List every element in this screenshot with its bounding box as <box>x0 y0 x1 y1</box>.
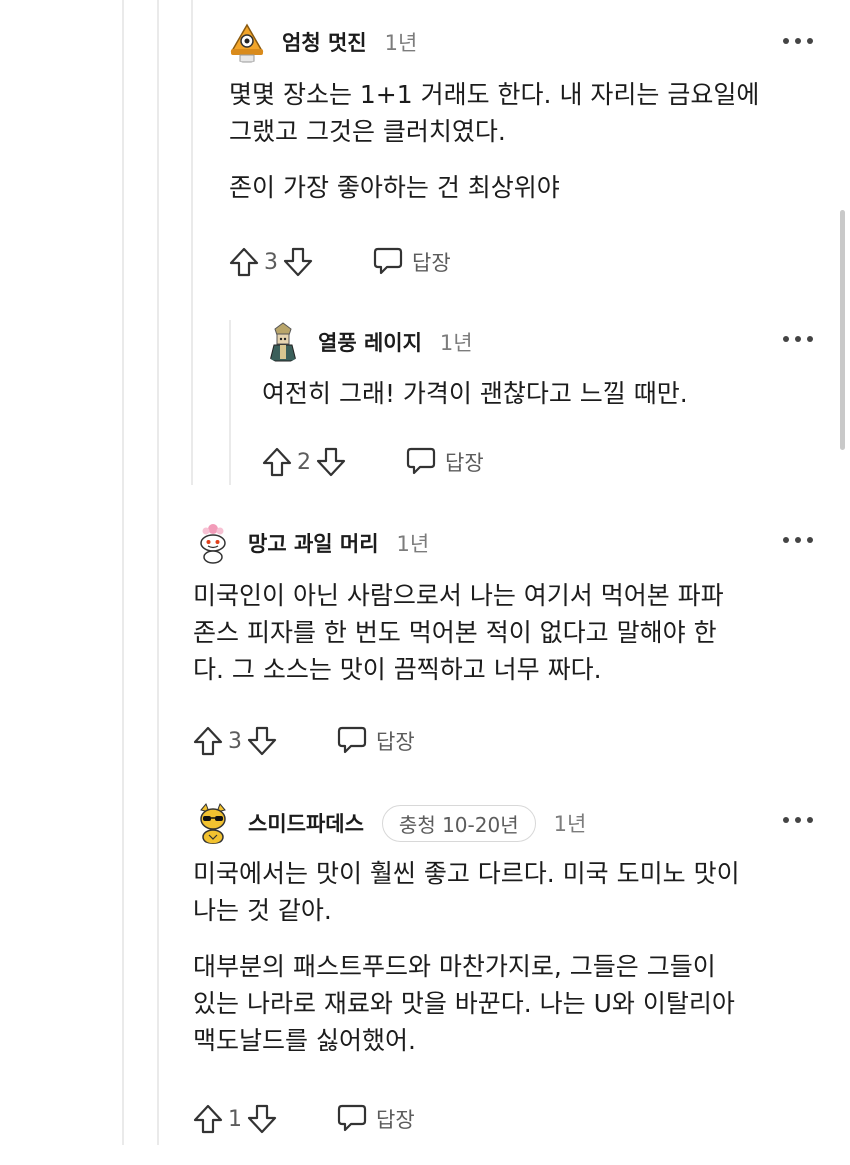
reply-label: 답장 <box>412 251 451 275</box>
comment-author[interactable]: 열풍 레이지 <box>318 327 422 357</box>
comment-age: 1년 <box>396 532 430 556</box>
upvote-icon[interactable] <box>259 444 295 480</box>
thread-line-level2 <box>191 0 193 485</box>
comment-age: 1년 <box>553 812 587 836</box>
downvote-icon[interactable] <box>280 244 316 280</box>
upvote-icon[interactable] <box>190 1101 226 1137</box>
upvote-icon[interactable] <box>226 244 262 280</box>
user-flair-badge: 충청 10-20년 <box>381 804 536 842</box>
downvote-icon[interactable] <box>244 723 280 759</box>
comment-header: 엄청 멋진 1년 <box>226 21 418 63</box>
comment-bubble-icon <box>405 444 437 480</box>
vote-score: 1 <box>228 1106 242 1132</box>
comment-text: 존스 피자를 한 번도 먹어본 적이 없다고 말해야 한 <box>193 618 717 647</box>
comment-actions: 2 답장 <box>259 442 484 482</box>
reply-label: 답장 <box>445 451 484 475</box>
comment-author[interactable]: 엄청 멋진 <box>282 27 367 57</box>
snoo-flower-avatar-icon[interactable] <box>192 522 234 564</box>
comment-body: 몇몇 장소는 1+1 거래도 한다. 내 자리는 금요일에 그랬고 그것은 클러… <box>229 76 759 206</box>
more-options-icon[interactable] <box>783 815 813 825</box>
comment-text: 여전히 그래! 가격이 괜찮다고 느낄 때만. <box>262 379 688 408</box>
comment-text: 맥도날드를 싫어했어. <box>193 1026 416 1055</box>
cat-sunglasses-avatar-icon[interactable] <box>192 802 234 844</box>
comment-actions: 1 답장 <box>190 1099 415 1139</box>
comment-age: 1년 <box>439 331 473 355</box>
comment-bubble-icon <box>336 723 368 759</box>
comment-actions: 3 답장 <box>226 242 451 282</box>
upvote-icon[interactable] <box>190 723 226 759</box>
vote-score: 3 <box>264 249 278 275</box>
pizza-slice-avatar-icon[interactable] <box>226 21 268 63</box>
comment-age: 1년 <box>384 31 418 55</box>
comment-text: 나는 것 같아. <box>193 896 332 925</box>
comment-body: 미국인이 아닌 사람으로서 나는 여기서 먹어본 파파 존스 피자를 한 번도 … <box>193 577 724 688</box>
comment-text: 다. 그 소스는 맛이 끔찍하고 너무 짜다. <box>193 655 602 684</box>
vote-score: 2 <box>297 449 311 475</box>
reply-label: 답장 <box>376 1108 415 1132</box>
comment-bubble-icon <box>372 244 404 280</box>
comment-header: 스미드파데스 충청 10-20년 1년 <box>192 802 587 844</box>
warrior-avatar-icon[interactable] <box>262 321 304 363</box>
downvote-icon[interactable] <box>244 1101 280 1137</box>
vote-score: 3 <box>228 728 242 754</box>
downvote-icon[interactable] <box>313 444 349 480</box>
more-options-icon[interactable] <box>783 334 813 344</box>
reply-button[interactable]: 답장 <box>336 723 415 759</box>
comment-actions: 3 답장 <box>190 721 415 761</box>
comment-text: 있는 나라로 재료와 맛을 바꾼다. 나는 U와 이탈리아 <box>193 989 735 1018</box>
comment-header: 망고 과일 머리 1년 <box>192 522 430 564</box>
reply-button[interactable]: 답장 <box>405 444 484 480</box>
thread-line-root <box>122 0 124 1145</box>
more-options-icon[interactable] <box>783 36 813 46</box>
comment-text: 대부분의 패스트푸드와 마찬가지로, 그들은 그들이 <box>193 952 716 981</box>
scrollbar[interactable] <box>840 210 845 450</box>
reply-button[interactable]: 답장 <box>336 1101 415 1137</box>
thread-line-level3 <box>229 320 231 485</box>
comment-text: 존이 가장 좋아하는 건 최상위야 <box>229 173 560 202</box>
thread-line-level1 <box>157 0 159 1145</box>
comment-text: 미국에서는 맛이 훨씬 좋고 다르다. 미국 도미노 맛이 <box>193 859 740 888</box>
comment-bubble-icon <box>336 1101 368 1137</box>
comment-header: 열풍 레이지 1년 <box>262 322 473 362</box>
comment-author[interactable]: 스미드파데스 <box>248 808 364 838</box>
more-options-icon[interactable] <box>783 535 813 545</box>
comment-text: 그랬고 그것은 클러치였다. <box>229 117 506 146</box>
comment-text: 미국인이 아닌 사람으로서 나는 여기서 먹어본 파파 <box>193 581 724 610</box>
comment-text: 몇몇 장소는 1+1 거래도 한다. 내 자리는 금요일에 <box>229 80 760 109</box>
reply-button[interactable]: 답장 <box>372 244 451 280</box>
comment-body: 여전히 그래! 가격이 괜찮다고 느낄 때만. <box>262 375 688 412</box>
reply-label: 답장 <box>376 730 415 754</box>
comment-author[interactable]: 망고 과일 머리 <box>248 528 379 558</box>
comment-body: 미국에서는 맛이 훨씬 좋고 다르다. 미국 도미노 맛이 나는 것 같아. 대… <box>193 855 740 1059</box>
